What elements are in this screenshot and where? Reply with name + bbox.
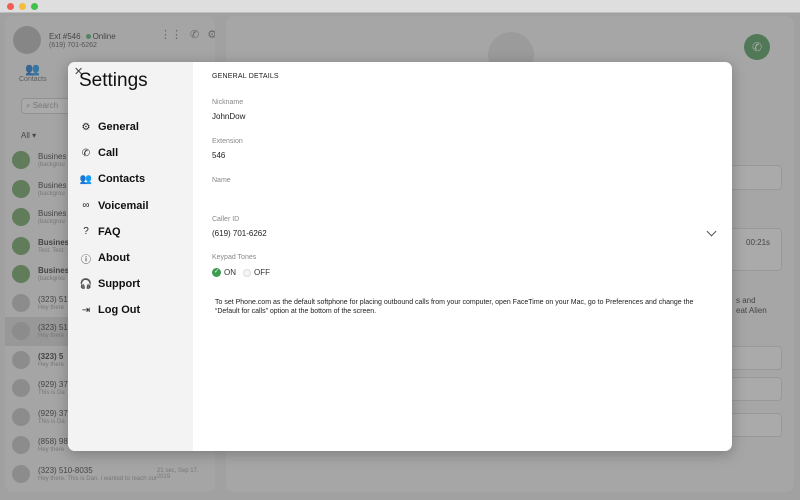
phone-icon: ✆ <box>81 147 91 159</box>
settings-menu-item-voicemail[interactable]: ∞ Voicemail <box>79 193 149 219</box>
close-window-button[interactable] <box>7 3 14 10</box>
tone-on-label[interactable]: ON <box>224 268 236 277</box>
settings-menu-label: Contacts <box>98 173 146 186</box>
settings-menu-item-call[interactable]: ✆ Call <box>79 140 149 166</box>
question-icon: ? <box>83 226 89 238</box>
settings-menu-label: Call <box>98 147 119 160</box>
tone-on-radio[interactable]: ✓ <box>212 268 221 277</box>
keypad-tones-label: Keypad Tones <box>212 254 257 261</box>
window-titlebar <box>0 0 800 13</box>
contacts-icon: 👥 <box>79 173 93 185</box>
name-field[interactable] <box>212 190 512 202</box>
caller-id-select[interactable]: (619) 701-6262 <box>212 229 267 238</box>
gear-icon: ⚙ <box>81 121 91 133</box>
settings-menu-label: About <box>98 252 130 265</box>
settings-menu-item-general[interactable]: ⚙ General <box>79 114 149 140</box>
settings-menu-label: FAQ <box>98 225 121 238</box>
settings-menu-item-contacts[interactable]: 👥 Contacts <box>79 166 149 192</box>
name-label: Name <box>212 177 231 184</box>
settings-menu-item-log-out[interactable]: ⇥ Log Out <box>79 297 149 323</box>
settings-menu: ⚙ General ✆ Call 👥 Contacts ∞ Voicemail? FAQ ⓘ Abo… <box>79 114 149 324</box>
settings-menu-item-support[interactable]: 🎧 Support <box>79 271 149 297</box>
info-icon: ⓘ <box>81 254 91 266</box>
caller-id-label: Caller ID <box>212 216 240 223</box>
settings-sidebar: ✕ Settings ⚙ General ✆ Call 👥 Contacts ∞ Voicem… <box>68 62 193 451</box>
keypad-tones-toggle: ✓ ON OFF <box>212 268 270 277</box>
settings-menu-label: Support <box>98 278 141 291</box>
extension-field: 546 <box>212 151 226 160</box>
chevron-down-icon[interactable] <box>706 226 717 237</box>
tone-off-radio[interactable] <box>243 268 251 277</box>
logout-icon: ⇥ <box>81 304 91 316</box>
default-softphone-note: To set Phone.com as the default softphon… <box>215 299 694 315</box>
section-title: GENERAL DETAILS <box>212 73 279 80</box>
settings-menu-label: Voicemail <box>98 199 149 212</box>
general-details-panel: GENERAL DETAILS Nickname JohnDow Extensi… <box>193 62 732 451</box>
nickname-field[interactable]: JohnDow <box>212 112 245 121</box>
settings-menu-item-faq[interactable]: ? FAQ <box>79 219 149 245</box>
voicemail-icon: ∞ <box>82 200 90 212</box>
settings-menu-label: Log Out <box>98 304 141 317</box>
zoom-window-button[interactable] <box>31 3 38 10</box>
nickname-label: Nickname <box>212 99 244 106</box>
minimize-window-button[interactable] <box>19 3 26 10</box>
settings-modal: ✕ Settings ⚙ General ✆ Call 👥 Contacts ∞ Voicem… <box>68 62 732 451</box>
settings-menu-label: General <box>98 121 139 134</box>
extension-label: Extension <box>212 138 243 145</box>
tone-off-label[interactable]: OFF <box>254 268 270 277</box>
page-title: Settings <box>79 70 148 91</box>
settings-menu-item-about[interactable]: ⓘ About <box>79 245 149 271</box>
headset-icon: 🎧 <box>79 278 93 290</box>
